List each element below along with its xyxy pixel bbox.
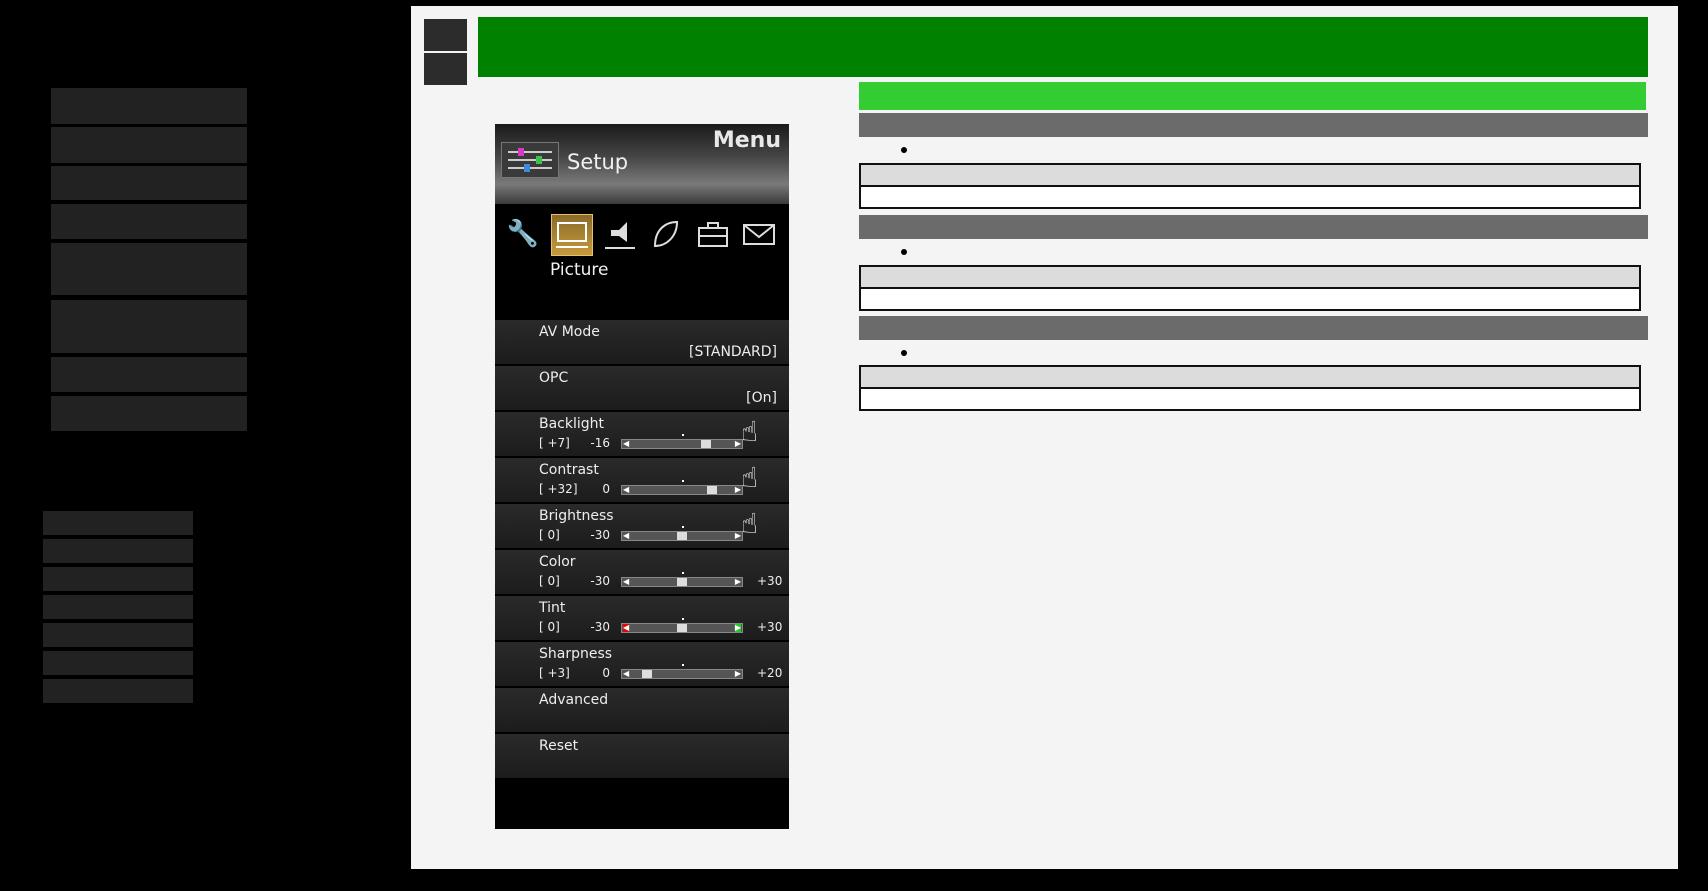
bullet-point xyxy=(901,350,907,356)
tv-menu-item-opc[interactable]: OPC [On] xyxy=(495,364,789,410)
item-label: Advanced xyxy=(539,692,609,708)
nav-link[interactable] xyxy=(43,623,193,647)
tv-menu-item-color[interactable]: Color [ 0] -30 ◀ ▶ +30 xyxy=(495,548,789,594)
contrast-slider[interactable]: ◀ ▶ xyxy=(621,480,743,495)
item-value: [On] xyxy=(746,390,777,406)
picture-icon[interactable] xyxy=(551,214,593,256)
item-label: Reset xyxy=(539,738,579,754)
nav-button[interactable] xyxy=(51,243,247,295)
selected-category-label: Picture xyxy=(550,260,609,280)
nav-button[interactable] xyxy=(51,204,247,239)
item-current-value: [ 0] xyxy=(539,574,560,588)
item-label: Sharpness xyxy=(539,646,613,662)
nav-link[interactable] xyxy=(43,567,193,591)
nav-button[interactable] xyxy=(51,127,247,163)
item-min: 0 xyxy=(602,666,610,680)
tint-slider[interactable]: ◀ ▶ xyxy=(621,618,743,633)
page-button[interactable] xyxy=(424,53,467,85)
tv-menu-footer xyxy=(495,779,789,829)
item-min: -30 xyxy=(590,528,610,542)
nav-button[interactable] xyxy=(51,300,247,353)
envelope-icon[interactable] xyxy=(739,214,779,254)
section-header xyxy=(859,113,1648,137)
section-title-bar xyxy=(859,82,1646,110)
tv-menu-item-av-mode[interactable]: AV Mode [STANDARD] xyxy=(495,318,789,364)
pointing-hand-icon: ☝ xyxy=(741,415,759,448)
item-label: Tint xyxy=(539,600,566,616)
section-header xyxy=(859,215,1648,239)
section-header xyxy=(859,316,1648,340)
nav-button[interactable] xyxy=(51,166,247,200)
tv-menu-item-backlight[interactable]: Backlight [ +7] -16 ◀ ▶ ☝ xyxy=(495,410,789,456)
item-min: -16 xyxy=(590,436,610,450)
bullet-point xyxy=(901,147,907,153)
tv-menu-item-advanced[interactable]: Advanced xyxy=(495,686,789,732)
pointing-hand-icon: ☝ xyxy=(741,461,759,494)
item-label: AV Mode xyxy=(539,324,600,340)
nav-link[interactable] xyxy=(43,539,193,563)
nav-button[interactable] xyxy=(51,88,247,124)
toolbox-icon[interactable] xyxy=(693,214,733,254)
item-current-value: [ +7] xyxy=(539,436,570,450)
item-label: Color xyxy=(539,554,576,570)
page-button[interactable] xyxy=(424,19,467,51)
pointing-hand-icon: ☝ xyxy=(741,507,759,540)
nav-link[interactable] xyxy=(43,679,193,703)
tv-menu-title: Menu xyxy=(712,128,781,153)
tv-menu-item-reset[interactable]: Reset xyxy=(495,732,789,778)
item-current-value: [ 0] xyxy=(539,620,560,634)
item-label: OPC xyxy=(539,370,569,386)
nav-link[interactable] xyxy=(43,651,193,675)
item-max: +20 xyxy=(757,666,783,680)
item-label: Contrast xyxy=(539,462,599,478)
tv-setup-label: Setup xyxy=(567,150,629,174)
brightness-slider[interactable]: ◀ ▶ xyxy=(621,526,743,541)
item-current-value: [ 0] xyxy=(539,528,560,542)
item-current-value: [ +3] xyxy=(539,666,570,680)
tv-menu-item-contrast[interactable]: Contrast [ +32] 0 ◀ ▶ ☝ xyxy=(495,456,789,502)
nav-link[interactable] xyxy=(43,595,193,619)
bullet-point xyxy=(901,249,907,255)
item-label: Backlight xyxy=(539,416,605,432)
speaker-icon[interactable] xyxy=(599,214,639,254)
tv-menu-screenshot: Menu Setup 🔧 Picture AV Mode [STANDARD] xyxy=(495,124,789,829)
setup-sliders-icon xyxy=(501,142,559,178)
tv-menu-header: Menu Setup xyxy=(495,124,789,204)
color-slider[interactable]: ◀ ▶ xyxy=(621,572,743,587)
tv-menu-item-sharpness[interactable]: Sharpness [ +3] 0 ◀ ▶ +20 xyxy=(495,640,789,686)
info-table xyxy=(859,365,1641,411)
tv-menu-item-tint[interactable]: Tint [ 0] -30 ◀ ▶ +30 xyxy=(495,594,789,640)
item-max: +30 xyxy=(757,574,783,588)
item-value: [STANDARD] xyxy=(689,344,777,360)
sharpness-slider[interactable]: ◀ ▶ xyxy=(621,664,743,679)
nav-button[interactable] xyxy=(51,357,247,392)
leaf-icon[interactable] xyxy=(645,214,685,254)
wrench-icon[interactable]: 🔧 xyxy=(503,214,543,254)
item-max: +30 xyxy=(757,620,783,634)
info-table xyxy=(859,265,1641,311)
nav-link[interactable] xyxy=(43,511,193,535)
info-table xyxy=(859,163,1641,209)
item-label: Brightness xyxy=(539,508,614,524)
item-current-value: [ +32] xyxy=(539,482,578,496)
item-min: -30 xyxy=(590,574,610,588)
item-min: -30 xyxy=(590,620,610,634)
item-min: 0 xyxy=(602,482,610,496)
page-title-bar xyxy=(478,17,1648,77)
nav-button[interactable] xyxy=(51,396,247,431)
backlight-slider[interactable]: ◀ ▶ xyxy=(621,434,743,449)
tv-menu-item-brightness[interactable]: Brightness [ 0] -30 ◀ ▶ ☝ xyxy=(495,502,789,548)
